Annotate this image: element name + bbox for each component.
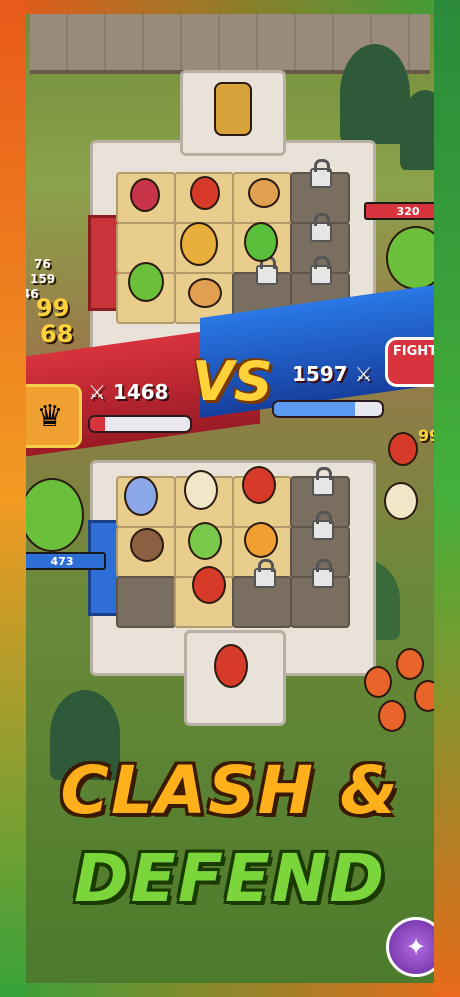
unit-orange[interactable]	[244, 522, 278, 558]
frame-left	[0, 0, 26, 997]
enemy-carrot	[364, 666, 392, 698]
padlock-icon	[312, 559, 334, 588]
unit-tomato[interactable]	[192, 566, 226, 604]
ally-cactus-brute	[20, 478, 84, 552]
headline-clash: CLASH &	[60, 752, 400, 829]
unit-tomato[interactable]	[242, 466, 276, 504]
padlock-icon	[312, 511, 334, 540]
player-hp-fill	[90, 417, 105, 431]
unit-wizard[interactable]	[124, 476, 158, 516]
frame-top	[0, 0, 460, 14]
counter-big: 68	[40, 320, 74, 348]
ally-hp-bar: 473	[18, 552, 106, 570]
unit-bread[interactable]	[248, 178, 280, 208]
unit-chef[interactable]	[184, 470, 218, 510]
unit-mushroom[interactable]	[130, 528, 164, 562]
frame-right	[434, 0, 460, 997]
padlock-icon	[310, 256, 332, 285]
enemy-carrot	[378, 700, 406, 732]
unit-tomato[interactable]	[190, 176, 220, 210]
enemy-carrot	[396, 648, 424, 680]
counter-small: 159	[30, 272, 56, 286]
player-hp-bar	[88, 415, 192, 433]
versus-label: VS	[192, 350, 273, 413]
enemy-power: 1597 ⚔	[292, 362, 373, 386]
padlock-icon	[312, 467, 334, 496]
padlock-icon	[256, 256, 278, 285]
counter-big: 99	[36, 294, 70, 322]
enemy-hp-fill	[274, 402, 355, 416]
enemy-tomato	[388, 432, 418, 466]
unit-tomato-guard[interactable]	[214, 644, 248, 688]
padlock-icon	[310, 213, 332, 242]
unit-cannon-gunner[interactable]	[180, 222, 218, 266]
headline-defend: DEFEND	[73, 840, 387, 917]
game-scene: 76 159 46 99 68 320 128 ♛ ⚔ 1468 VS 1597…	[0, 0, 460, 997]
enemy-chef	[384, 482, 418, 520]
frame-bottom	[0, 983, 460, 997]
crowned-king-icon[interactable]: ♛	[18, 384, 82, 448]
padlock-icon	[310, 159, 332, 188]
unit-onion[interactable]	[188, 522, 222, 560]
unit-cactus[interactable]	[128, 262, 164, 302]
player-power: ⚔ 1468	[88, 380, 169, 404]
padlock-icon	[254, 559, 276, 588]
enemy-king-on-throne	[214, 82, 252, 136]
unit-pineapple[interactable]	[244, 222, 278, 262]
unit-bread[interactable]	[188, 278, 222, 308]
enemy-hp-bar	[272, 400, 384, 418]
counter-small: 76	[34, 257, 51, 271]
grid-tile-locked[interactable]	[116, 576, 176, 628]
unit-berry[interactable]	[130, 178, 160, 212]
